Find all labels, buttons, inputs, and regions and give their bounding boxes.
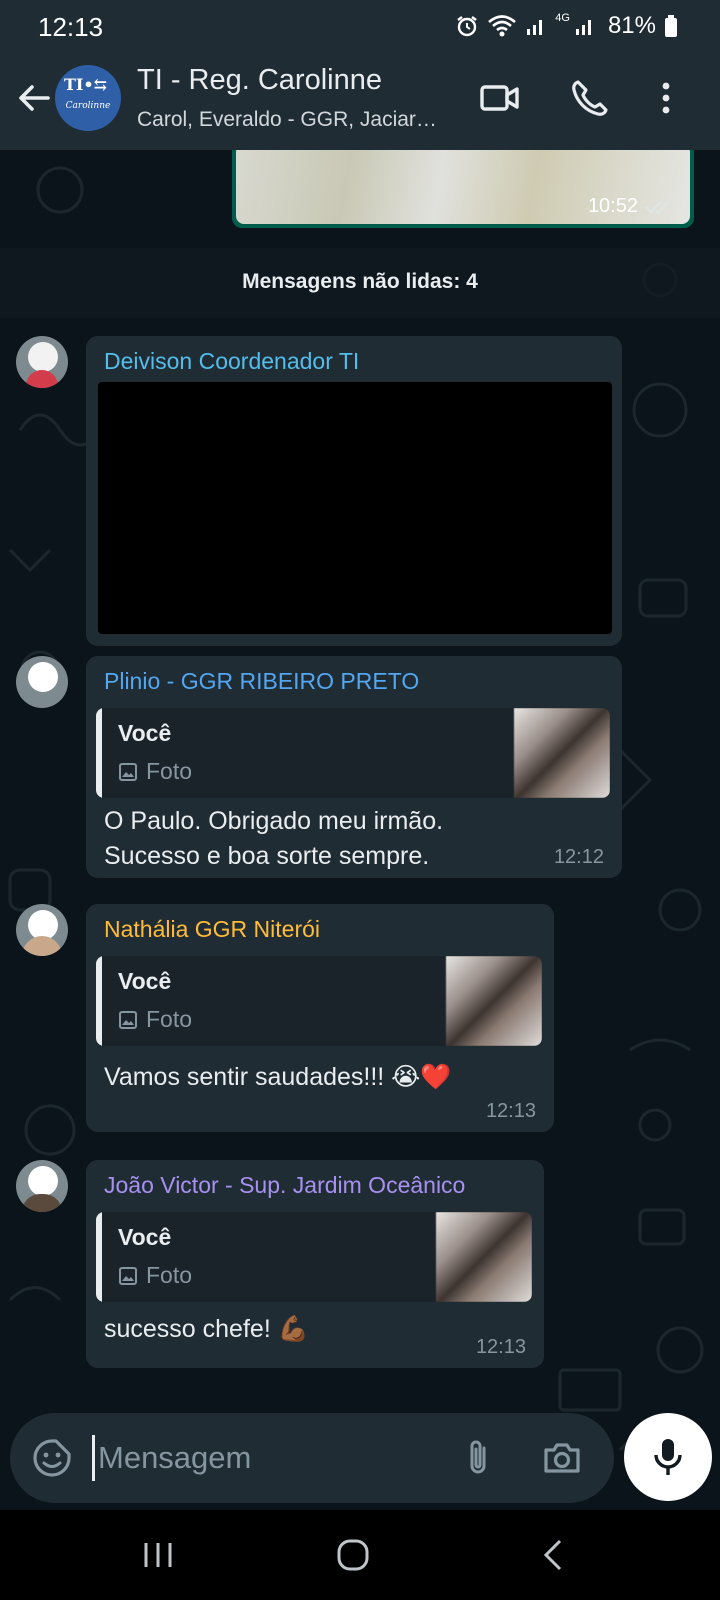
message-bubble[interactable]: Deivison Coordenador TI [86,336,622,646]
chat-title[interactable]: TI - Reg. Carolinne [137,64,382,97]
message-input[interactable]: Mensagem [98,1440,251,1476]
media-attachment[interactable] [98,382,612,634]
video-call-icon[interactable] [478,76,522,120]
status-time: 12:13 [38,12,104,42]
quote-bar [96,708,102,798]
wifi-icon [488,15,517,37]
attach-icon[interactable] [456,1436,500,1480]
battery-percent: 81% [607,12,656,39]
sticker-icon[interactable] [30,1436,74,1480]
mic-button[interactable] [624,1413,712,1501]
quote-author: Você [118,720,172,746]
message-time: 10:52 [588,195,674,218]
sender-avatar[interactable] [16,336,68,388]
recent-apps-icon[interactable] [138,1535,178,1575]
quote-author: Você [118,1224,172,1250]
message-text: Vamos sentir saudades!!! 😭❤️ [104,1063,452,1091]
network-type: 4G [555,12,570,24]
image-icon [119,1266,137,1285]
message-bubble[interactable]: João Victor - Sup. Jardim Oceânico Você … [86,1160,544,1368]
battery-icon [665,15,677,37]
alarm-icon [457,16,477,37]
mic-icon [654,1439,682,1475]
image-icon [119,1010,137,1029]
status-bar: 12:13 4G 81% [0,0,720,52]
message-time: 12:13 [475,1336,526,1358]
quote-type: Foto [118,758,192,785]
camera-icon[interactable] [540,1436,584,1480]
unread-messages-banner: Mensagens não lidas: 4 [0,248,720,318]
message-bubble[interactable]: Plinio - GGR RIBEIRO PRETO Você Foto O P… [86,656,622,878]
quote-type-label: Foto [146,1262,193,1288]
message-time: 12:12 [553,846,604,868]
system-nav-bar [0,1510,720,1600]
quote-thumbnail [446,956,542,1046]
back-arrow-icon[interactable] [14,78,54,118]
text-caret [92,1435,95,1481]
sender-avatar[interactable] [16,656,68,708]
message-time: 12:13 [485,1100,536,1122]
quote-bar [96,1212,102,1302]
image-icon [119,762,137,781]
double-check-icon [645,199,669,214]
signal-icon [527,20,543,35]
quote-type-label: Foto [146,1006,193,1032]
avatar-logo-text: TI•⇆ [64,75,108,94]
quote-thumbnail [514,708,610,798]
quote-type: Foto [118,1006,192,1033]
sender-name: Nathália GGR Niterói [104,916,321,942]
unread-messages-label: Mensagens não lidas: 4 [242,270,478,293]
quote-type: Foto [118,1262,192,1289]
home-icon[interactable] [333,1535,373,1575]
message-composer[interactable]: Mensagem [10,1413,614,1503]
more-options-icon[interactable] [644,76,688,120]
message-text-line-1: O Paulo. Obrigado meu irmão. [104,807,444,835]
signal-icon-2 [575,20,591,35]
chat-area[interactable]: 10:52 Mensagens não lidas: 4 Deivison Co… [0,150,720,1510]
message-time-text: 10:52 [587,195,638,217]
quote-type-label: Foto [146,758,193,784]
quote-bar [96,956,102,1046]
sender-name: Deivison Coordenador TI [104,348,360,374]
sender-name: Plinio - GGR RIBEIRO PRETO [104,668,420,694]
quoted-message[interactable]: Você Foto [96,708,610,798]
quote-thumbnail [436,1212,532,1302]
quote-author: Você [118,968,172,994]
message-text: sucesso chefe! 💪🏾 [104,1315,309,1343]
outgoing-media-message[interactable]: 10:52 [232,150,694,228]
message-bubble[interactable]: Nathália GGR Niterói Você Foto Vamos sen… [86,904,554,1132]
phone-icon[interactable] [568,76,612,120]
group-avatar[interactable]: TI•⇆ Carolinne [55,65,121,131]
avatar-logo-subtext: Carolinne [65,101,111,111]
status-icons: 4G 81% [455,12,678,40]
nav-back-icon[interactable] [534,1535,574,1575]
chat-participants[interactable]: Carol, Everaldo - GGR, Jaciar… [137,108,437,132]
sender-avatar[interactable] [16,1160,68,1212]
message-text-line-2: Sucesso e boa sorte sempre. [104,842,430,870]
quoted-message[interactable]: Você Foto [96,956,542,1046]
sender-avatar[interactable] [16,904,68,956]
chat-header: TI•⇆ Carolinne TI - Reg. Carolinne Carol… [0,52,720,150]
quoted-message[interactable]: Você Foto [96,1212,532,1302]
sender-name: João Victor - Sup. Jardim Oceânico [104,1172,466,1198]
